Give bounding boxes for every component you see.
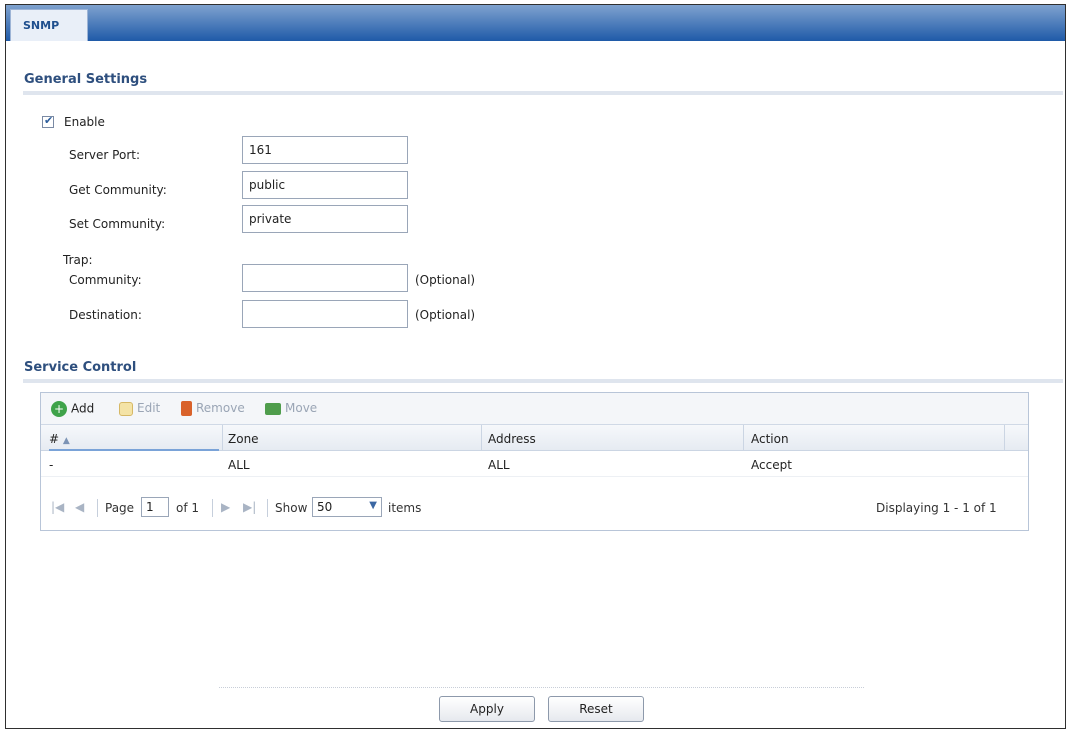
table-row[interactable]: - ALL ALL Accept <box>41 451 1028 477</box>
service-control-title: Service Control <box>24 360 137 375</box>
section-divider <box>23 379 1063 383</box>
column-separator <box>1004 425 1005 451</box>
column-header-number[interactable]: # ▲ <box>49 432 70 446</box>
page-size-value: 50 <box>317 500 333 514</box>
column-separator <box>222 425 223 451</box>
trap-destination-optional: (Optional) <box>415 308 476 322</box>
apply-button[interactable]: Apply <box>439 696 535 722</box>
enable-checkbox[interactable]: ✔ <box>42 114 54 128</box>
column-header-address[interactable]: Address <box>488 432 536 446</box>
move-button[interactable]: Move <box>265 401 317 415</box>
section-divider <box>23 91 1063 95</box>
remove-button[interactable]: Remove <box>181 401 245 416</box>
column-header-number-label: # <box>49 432 60 446</box>
show-label: Show <box>275 501 308 515</box>
add-label: Add <box>71 401 95 416</box>
reset-button[interactable]: Reset <box>548 696 644 722</box>
add-button[interactable]: + Add <box>51 401 94 417</box>
column-header-action[interactable]: Action <box>751 432 789 446</box>
pagination-bar: |◀ ◀ Page 1 of 1 ▶ ▶| Show 50 ▼ items Di… <box>41 493 1028 523</box>
next-page-icon[interactable]: ▶ <box>221 500 230 514</box>
items-label: items <box>388 501 422 515</box>
footer-divider <box>219 687 864 688</box>
server-port-input[interactable]: 161 <box>242 136 408 164</box>
pager-separator <box>97 499 98 517</box>
set-community-label: Set Community: <box>69 217 166 231</box>
edit-button[interactable]: Edit <box>119 401 160 416</box>
edit-label: Edit <box>137 401 161 415</box>
get-community-label: Get Community: <box>69 183 167 197</box>
remove-label: Remove <box>196 401 245 415</box>
cell-zone: ALL <box>228 458 250 472</box>
cell-number: - <box>49 458 54 472</box>
displaying-status: Displaying 1 - 1 of 1 <box>876 501 997 515</box>
server-port-label: Server Port: <box>69 148 140 162</box>
set-community-input[interactable]: private <box>242 205 408 233</box>
trap-community-label: Community: <box>69 273 142 287</box>
cell-action: Accept <box>751 458 792 472</box>
service-control-table: + Add Edit Remove Move # ▲ Zone Address A… <box>40 392 1029 531</box>
last-page-icon[interactable]: ▶| <box>243 500 256 514</box>
tab-bar: SNMP <box>6 5 1065 41</box>
page-size-select[interactable]: 50 ▼ <box>312 497 382 517</box>
column-separator <box>481 425 482 451</box>
enable-label: Enable <box>64 115 105 129</box>
prev-page-icon[interactable]: ◀ <box>75 500 84 514</box>
trap-destination-label: Destination: <box>69 308 142 322</box>
page-number-input[interactable]: 1 <box>141 497 169 517</box>
snmp-panel: SNMP General Settings ✔ Enable Server Po… <box>5 4 1066 729</box>
tab-snmp[interactable]: SNMP <box>10 9 88 41</box>
table-toolbar: + Add Edit Remove Move <box>41 393 1028 425</box>
chevron-down-icon: ▼ <box>369 500 377 511</box>
move-label: Move <box>285 401 318 415</box>
page-of-label: of 1 <box>176 501 200 515</box>
column-header-zone[interactable]: Zone <box>228 432 259 446</box>
trap-community-optional: (Optional) <box>415 273 476 287</box>
general-settings-title: General Settings <box>24 72 148 87</box>
move-icon <box>265 402 281 415</box>
sort-asc-icon: ▲ <box>62 436 70 446</box>
table-header: # ▲ Zone Address Action <box>41 425 1028 451</box>
add-icon: + <box>51 401 67 417</box>
get-community-input[interactable]: public <box>242 171 408 199</box>
trap-label: Trap: <box>63 253 93 267</box>
cell-address: ALL <box>488 458 510 472</box>
checkmark-icon: ✔ <box>44 114 54 127</box>
first-page-icon[interactable]: |◀ <box>51 500 64 514</box>
trap-community-input[interactable] <box>242 264 408 292</box>
trap-destination-input[interactable] <box>242 300 408 328</box>
pager-separator <box>212 499 213 517</box>
trash-icon <box>181 401 192 416</box>
pager-separator <box>267 499 268 517</box>
edit-icon <box>119 401 133 416</box>
page-label: Page <box>105 501 135 515</box>
column-separator <box>743 425 744 451</box>
